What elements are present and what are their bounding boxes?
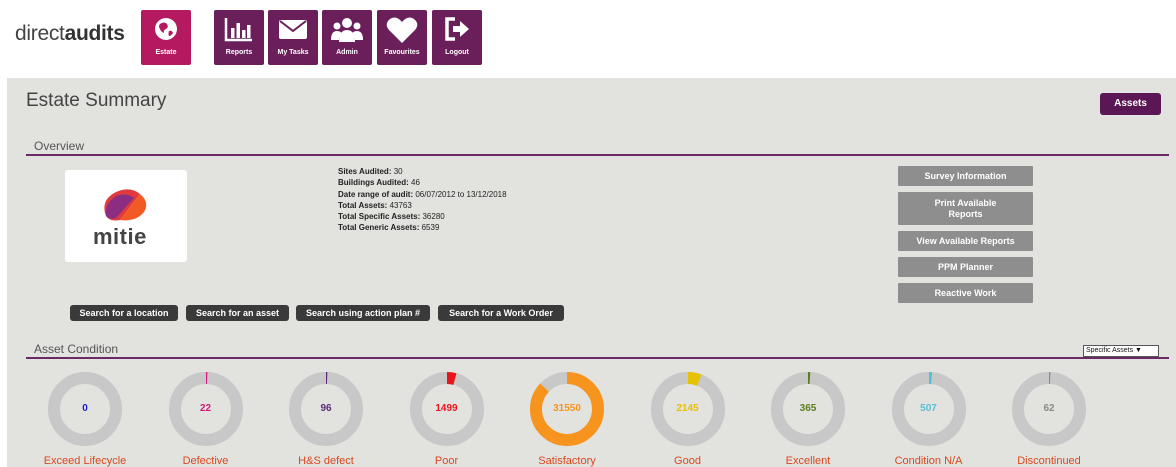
bar-chart-icon [214,10,264,48]
condition-donut[interactable]: 0 [47,371,123,447]
survey-information-button[interactable]: Survey Information [898,166,1033,186]
condition-count: 96 [320,403,332,414]
condition-label[interactable]: Discontinued [989,455,1109,467]
brand-logo[interactable]: directaudits [15,22,125,46]
nav-estate-button[interactable]: Estate [141,10,191,65]
assets-button[interactable]: Assets [1100,93,1161,115]
client-logo-mark-icon [104,189,147,221]
globe-icon [141,10,191,48]
asset-type-select[interactable]: Specific Assets ▼ [1083,345,1159,357]
chevron-down-icon: ▼ [1135,347,1142,354]
condition-count: 62 [1043,403,1055,414]
users-icon [322,10,372,48]
logout-icon [432,10,482,48]
stat-total-generic-assets: Total Generic Assets: 6539 [338,223,440,233]
search-work-order-button[interactable]: Search for a Work Order [438,305,564,321]
view-available-reports-button[interactable]: View Available Reports [898,231,1033,251]
condition-donut[interactable]: 22 [168,371,244,447]
condition-label[interactable]: H&S defect [266,455,386,467]
condition-label[interactable]: Excellent [748,455,868,467]
search-asset-button[interactable]: Search for an asset [186,305,289,321]
condition-label[interactable]: Good [628,455,748,467]
nav-reports-button[interactable]: Reports [214,10,264,65]
nav-my-tasks-button[interactable]: My Tasks [268,10,318,65]
condition-donut[interactable]: 365 [770,371,846,447]
condition-count: 22 [199,403,212,414]
client-logo: mitie [65,170,187,262]
stat-total-specific-assets: Total Specific Assets: 36280 [338,212,445,222]
reactive-work-button[interactable]: Reactive Work [898,283,1033,303]
condition-donut[interactable]: 96 [288,371,364,447]
condition-label[interactable]: Poor [387,455,507,467]
page-title: Estate Summary [26,90,167,111]
asset-condition-heading: Asset Condition [26,342,1169,359]
estate-summary-panel: Estate Summary Assets Overview mitie Sit… [7,78,1176,467]
heart-icon [377,10,427,48]
envelope-icon [268,10,318,48]
condition-count: 1499 [435,403,458,414]
condition-donut[interactable]: 2145 [650,371,726,447]
condition-count: 507 [920,403,937,414]
condition-label[interactable]: Exceed Lifecycle [25,455,145,467]
nav-admin-button[interactable]: Admin [322,10,372,65]
overview-stats: Sites Audited: 30 Buildings Audited: 46 … [338,166,507,234]
condition-donut[interactable]: 62 [1011,371,1087,447]
stat-sites-audited: Sites Audited: 30 [338,167,403,176]
nav-favourites-button[interactable]: Favourites [377,10,427,65]
condition-label[interactable]: Satisfactory [507,455,627,467]
overview-heading: Overview [26,139,1169,156]
print-available-reports-button[interactable]: Print Available Reports [898,192,1033,225]
condition-label[interactable]: Condition N/A [869,455,989,467]
condition-count: 0 [82,403,88,414]
search-location-button[interactable]: Search for a location [70,305,178,321]
top-bar: directaudits Estate Reports My Tasks Adm… [0,0,1176,78]
stat-date-range: Date range of audit: 06/07/2012 to 13/12… [338,189,507,199]
stat-total-assets: Total Assets: 43763 [338,200,412,210]
condition-donut[interactable]: 31550 [529,371,605,447]
ppm-planner-button[interactable]: PPM Planner [898,257,1033,277]
condition-count: 31550 [553,403,581,414]
condition-donut[interactable]: 1499 [409,371,485,447]
condition-donut[interactable]: 507 [891,371,967,447]
client-logo-text: mitie [93,224,147,249]
condition-count: 2145 [676,403,699,414]
stat-buildings-audited: Buildings Audited: 46 [338,178,420,188]
nav-logout-button[interactable]: Logout [432,10,482,65]
search-action-plan-button[interactable]: Search using action plan # [296,305,430,321]
condition-count: 365 [799,403,817,414]
condition-label[interactable]: Defective [146,455,266,467]
